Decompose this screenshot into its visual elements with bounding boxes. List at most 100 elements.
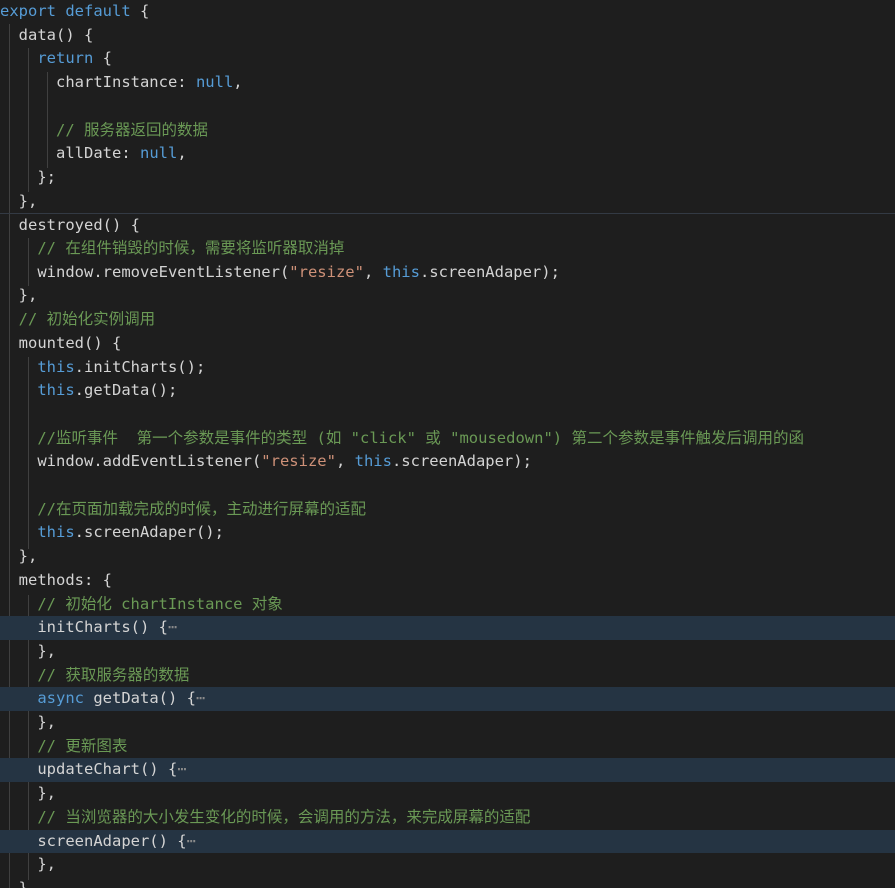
code-line[interactable]: }, [0,545,895,569]
folded-code-line[interactable]: initCharts() {⋯ [0,616,895,640]
fold-ellipsis-icon[interactable]: ⋯ [187,832,196,850]
keyword-token: null [195,73,234,92]
keyword-token: async [37,689,84,708]
string-token: "resize" [289,262,364,281]
code-line[interactable]: //在页面加载完成的时候，主动进行屏幕的适配 [0,498,895,522]
comment-token: // 初始化实例调用 [18,310,156,329]
code-line[interactable]: mounted() { [0,332,895,356]
code-line[interactable]: // 当浏览器的大小发生变化的时候，会调用的方法，来完成屏幕的适配 [0,806,895,830]
code-token: }, [0,547,38,566]
code-line[interactable]: // 服务器返回的数据 [0,119,895,143]
keyword-token: this [37,523,75,542]
code-token: updateChart() { [0,760,178,779]
code-line[interactable]: }, [0,284,895,308]
fold-ellipsis-icon[interactable]: ⋯ [168,618,177,636]
code-line[interactable]: }, [0,782,895,806]
code-token: destroyed() { [0,216,140,235]
code-line[interactable]: //监听事件 第一个参数是事件的类型 (如 "click" 或 "mousedo… [0,427,895,451]
code-line[interactable]: methods: { [0,569,895,593]
keyword-token: default [65,2,131,20]
keyword-token: this [354,452,392,471]
code-token: }, [0,784,56,803]
code-line[interactable]: this.screenAdaper(); [0,521,895,545]
comment-token: // 初始化 chartInstance 对象 [37,594,283,613]
code-line[interactable]: // 更新图表 [0,735,895,759]
folded-code-line[interactable]: screenAdaper() {⋯ [0,829,895,854]
keyword-token: this [37,357,75,376]
folded-code-line[interactable]: updateChart() {⋯ [0,758,895,783]
code-line[interactable]: chartInstance: null, [0,71,895,95]
string-token: "resize" [261,452,336,471]
code-line[interactable]: destroyed() { [0,213,895,238]
code-line[interactable]: export default { [0,0,895,24]
fold-ellipsis-icon[interactable]: ⋯ [177,760,186,778]
code-token: }, [0,286,38,305]
code-line[interactable]: return { [0,47,895,71]
code-token: }; [0,167,56,186]
code-token: .getData(); [74,381,178,400]
code-token: data() { [0,25,94,44]
code-line[interactable]: }, [0,711,895,735]
code-line[interactable]: this.getData(); [0,379,895,403]
code-line[interactable]: window.removeEventListener("resize", thi… [0,261,895,285]
code-line[interactable] [0,403,895,427]
code-token: getData() { [84,689,196,708]
code-token: , [177,144,187,163]
code-line[interactable]: window.addEventListener("resize", this.s… [0,450,895,474]
comment-token: // 获取服务器的数据 [37,665,190,684]
code-token: }, [0,878,38,888]
code-token: screenAdaper() { [0,831,187,850]
code-line[interactable] [0,95,895,119]
code-token: .initCharts(); [74,357,206,376]
code-token: window.addEventListener( [0,452,262,471]
code-token: mounted() { [0,333,122,352]
code-line[interactable]: // 在组件销毁的时候，需要将监听器取消掉 [0,237,895,261]
code-line[interactable]: // 初始化实例调用 [0,308,895,332]
keyword-token: return [37,49,94,68]
comment-token: //在页面加载完成的时候，主动进行屏幕的适配 [37,499,366,518]
code-line[interactable]: data() { [0,24,895,48]
code-line[interactable]: // 初始化 chartInstance 对象 [0,593,895,617]
code-token: }, [0,713,56,731]
code-token: }, [0,855,56,874]
comment-token: // 服务器返回的数据 [56,120,208,139]
code-token: window.removeEventListener( [0,262,290,281]
code-line[interactable] [0,474,895,498]
keyword-token: this [37,381,75,400]
code-line[interactable]: }, [0,190,895,214]
code-token: allDate: [0,144,140,163]
code-token: { [93,49,112,68]
code-token: , [335,452,355,471]
folded-code-line[interactable]: async getData() {⋯ [0,687,895,711]
code-token: initCharts() { [0,618,168,637]
fold-ellipsis-icon[interactable]: ⋯ [196,689,205,707]
code-line[interactable]: }, [0,640,895,664]
comment-token: //监听事件 第一个参数是事件的类型 (如 "click" 或 "mousedo… [37,428,804,447]
code-line[interactable]: }; [0,166,895,190]
code-line[interactable]: allDate: null, [0,142,895,166]
code-token: .screenAdaper); [419,262,560,281]
code-token: }, [0,641,56,660]
code-line[interactable]: }, [0,853,895,877]
code-line[interactable]: }, [0,877,895,888]
code-editor[interactable]: export default { data() { return { chart… [0,0,895,888]
code-token: , [233,73,243,92]
code-line[interactable]: // 获取服务器的数据 [0,664,895,688]
code-token: }, [0,191,38,210]
code-token: { [130,2,150,20]
code-line[interactable]: this.initCharts(); [0,356,895,380]
code-token: .screenAdaper(); [74,523,224,542]
code-token: methods: { [0,570,112,589]
